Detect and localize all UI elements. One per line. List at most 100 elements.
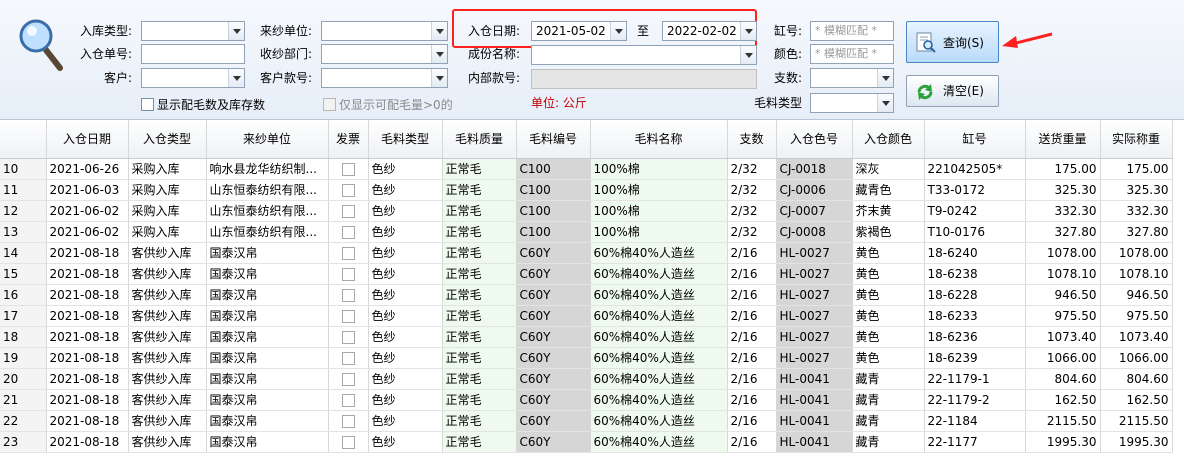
cell-color[interactable]: 藏青 <box>852 368 925 390</box>
cell-invoice-checkbox[interactable] <box>328 389 369 411</box>
cell-wool-code[interactable]: C60Y <box>516 410 591 432</box>
cell-wool-name[interactable]: 60%棉40%人造丝 <box>590 431 728 453</box>
cell-count[interactable]: 2/32 <box>727 158 777 180</box>
cell-count[interactable]: 2/16 <box>727 305 777 327</box>
col-header-source-unit[interactable]: 来纱单位 <box>206 120 329 159</box>
cell-inbound-date[interactable]: 2021-06-02 <box>46 221 129 243</box>
cell-color[interactable]: 深灰 <box>852 158 925 180</box>
cell-row-number[interactable]: 10 <box>0 158 47 180</box>
invoice-checkbox[interactable] <box>341 351 355 365</box>
cell-invoice-checkbox[interactable] <box>328 242 369 264</box>
invoice-checkbox[interactable] <box>341 330 355 344</box>
cell-invoice-checkbox[interactable] <box>328 305 369 327</box>
cell-color[interactable]: 紫褐色 <box>852 221 925 243</box>
clear-button[interactable]: 清空(E) <box>906 75 999 107</box>
col-header-wool-name[interactable]: 毛料名称 <box>590 120 728 159</box>
cell-color-no[interactable]: CJ-0008 <box>776 221 853 243</box>
col-header-color[interactable]: 入仓颜色 <box>852 120 925 159</box>
table-row[interactable]: 22 2021-08-18 客供纱入库 国泰汉帛 色纱 正常毛 C60Y 60%棉40%人造丝… <box>0 410 1173 432</box>
cell-wool-type[interactable]: 色纱 <box>368 179 443 201</box>
cell-color-no[interactable]: CJ-0007 <box>776 200 853 222</box>
cell-vat-no[interactable]: T10-0176 <box>924 221 1026 243</box>
cell-actual-weight[interactable]: 1995.30 <box>1100 431 1173 453</box>
cell-color[interactable]: 黄色 <box>852 347 925 369</box>
cell-actual-weight[interactable]: 1078.00 <box>1100 242 1173 264</box>
cell-source-unit[interactable]: 山东恒泰纺织有限... <box>206 179 329 201</box>
cell-invoice-checkbox[interactable] <box>328 179 369 201</box>
col-header-wool-type[interactable]: 毛料类型 <box>368 120 443 159</box>
cell-wool-type[interactable]: 色纱 <box>368 284 443 306</box>
invoice-checkbox[interactable] <box>341 414 355 428</box>
inbound-type-select[interactable] <box>141 21 245 41</box>
cell-inbound-type[interactable]: 客供纱入库 <box>128 326 207 348</box>
cell-inbound-type[interactable]: 客供纱入库 <box>128 263 207 285</box>
cell-inbound-type[interactable]: 采购入库 <box>128 221 207 243</box>
customer-style-select[interactable] <box>321 68 448 88</box>
cell-color[interactable]: 藏青 <box>852 389 925 411</box>
cell-count[interactable]: 2/32 <box>727 179 777 201</box>
chevron-down-icon[interactable] <box>877 94 893 112</box>
cell-actual-weight[interactable]: 332.30 <box>1100 200 1173 222</box>
col-header-rownum[interactable] <box>0 120 47 159</box>
cell-delivery-weight[interactable]: 804.60 <box>1025 368 1101 390</box>
cell-wool-type[interactable]: 色纱 <box>368 347 443 369</box>
invoice-checkbox[interactable] <box>341 183 355 197</box>
show-matched-checkbox[interactable] <box>141 98 154 111</box>
count-select[interactable] <box>810 68 894 88</box>
receive-dept-select[interactable] <box>321 44 448 64</box>
cell-wool-quality[interactable]: 正常毛 <box>442 347 517 369</box>
cell-wool-quality[interactable]: 正常毛 <box>442 200 517 222</box>
cell-delivery-weight[interactable]: 1066.00 <box>1025 347 1101 369</box>
cell-delivery-weight[interactable]: 1078.00 <box>1025 242 1101 264</box>
cell-invoice-checkbox[interactable] <box>328 368 369 390</box>
cell-wool-name[interactable]: 60%棉40%人造丝 <box>590 284 728 306</box>
cell-source-unit[interactable]: 国泰汉帛 <box>206 410 329 432</box>
cell-source-unit[interactable]: 国泰汉帛 <box>206 389 329 411</box>
cell-source-unit[interactable]: 国泰汉帛 <box>206 431 329 453</box>
cell-inbound-date[interactable]: 2021-08-18 <box>46 347 129 369</box>
cell-inbound-type[interactable]: 采购入库 <box>128 179 207 201</box>
cell-source-unit[interactable]: 国泰汉帛 <box>206 284 329 306</box>
table-row[interactable]: 20 2021-08-18 客供纱入库 国泰汉帛 色纱 正常毛 C60Y 60%棉40%人造丝… <box>0 368 1173 390</box>
cell-wool-code[interactable]: C100 <box>516 200 591 222</box>
wool-type-select[interactable] <box>810 93 894 113</box>
cell-actual-weight[interactable]: 946.50 <box>1100 284 1173 306</box>
cell-invoice-checkbox[interactable] <box>328 431 369 453</box>
col-header-count[interactable]: 支数 <box>727 120 777 159</box>
cell-wool-code[interactable]: C60Y <box>516 389 591 411</box>
cell-wool-type[interactable]: 色纱 <box>368 158 443 180</box>
color-input[interactable]: * 模糊匹配 * <box>810 44 894 64</box>
cell-wool-type[interactable]: 色纱 <box>368 242 443 264</box>
cell-color[interactable]: 藏青 <box>852 410 925 432</box>
chevron-down-icon[interactable] <box>740 22 756 40</box>
date-from-picker[interactable]: 2021-05-02 <box>531 21 627 41</box>
col-header-vat-no[interactable]: 缸号 <box>924 120 1026 159</box>
cell-actual-weight[interactable]: 327.80 <box>1100 221 1173 243</box>
inbound-no-input[interactable] <box>141 44 245 64</box>
cell-invoice-checkbox[interactable] <box>328 347 369 369</box>
cell-wool-name[interactable]: 100%棉 <box>590 179 728 201</box>
chevron-down-icon[interactable] <box>431 45 447 63</box>
cell-color-no[interactable]: HL-0027 <box>776 284 853 306</box>
cell-wool-quality[interactable]: 正常毛 <box>442 326 517 348</box>
cell-wool-type[interactable]: 色纱 <box>368 389 443 411</box>
cell-delivery-weight[interactable]: 1078.10 <box>1025 263 1101 285</box>
table-row[interactable]: 23 2021-08-18 客供纱入库 国泰汉帛 色纱 正常毛 C60Y 60%棉40%人造丝… <box>0 431 1173 453</box>
invoice-checkbox[interactable] <box>341 435 355 449</box>
cell-row-number[interactable]: 14 <box>0 242 47 264</box>
cell-wool-type[interactable]: 色纱 <box>368 200 443 222</box>
col-header-wool-code[interactable]: 毛料编号 <box>516 120 591 159</box>
cell-color-no[interactable]: HL-0027 <box>776 326 853 348</box>
invoice-checkbox[interactable] <box>341 267 355 281</box>
cell-count[interactable]: 2/16 <box>727 368 777 390</box>
cell-wool-quality[interactable]: 正常毛 <box>442 263 517 285</box>
cell-inbound-date[interactable]: 2021-08-18 <box>46 389 129 411</box>
col-header-actual-weight[interactable]: 实际称重 <box>1100 120 1173 159</box>
cell-row-number[interactable]: 22 <box>0 410 47 432</box>
cell-count[interactable]: 2/16 <box>727 431 777 453</box>
cell-color-no[interactable]: HL-0027 <box>776 305 853 327</box>
table-row[interactable]: 17 2021-08-18 客供纱入库 国泰汉帛 色纱 正常毛 C60Y 60%棉40%人造丝… <box>0 305 1173 327</box>
cell-wool-quality[interactable]: 正常毛 <box>442 305 517 327</box>
cell-invoice-checkbox[interactable] <box>328 221 369 243</box>
cell-wool-name[interactable]: 60%棉40%人造丝 <box>590 347 728 369</box>
